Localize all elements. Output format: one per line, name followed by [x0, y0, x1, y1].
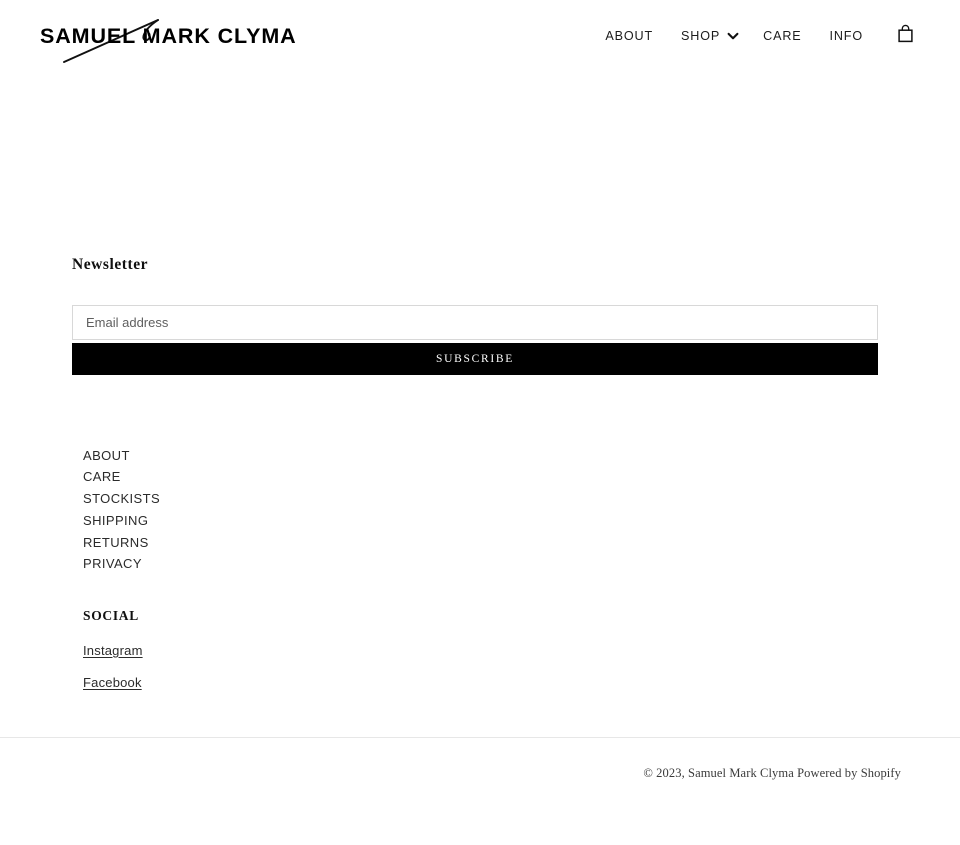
social-section: SOCIAL Instagram Facebook [72, 575, 888, 690]
list-item: CARE [83, 466, 888, 488]
chevron-down-icon [727, 30, 739, 42]
footer-link-care[interactable]: CARE [83, 466, 121, 488]
copyright-notice: © 2023, Samuel Mark Clyma [643, 766, 794, 781]
primary-navigation: ABOUT SHOP CARE INFO [591, 0, 920, 72]
nav-item-label: CARE [763, 29, 802, 43]
email-input[interactable] [72, 304, 878, 340]
social-heading: SOCIAL [83, 608, 139, 624]
list-item: PRIVACY [83, 553, 888, 575]
cart-button[interactable] [877, 24, 920, 48]
social-link-facebook[interactable]: Facebook [83, 675, 142, 690]
shopping-bag-icon [897, 24, 914, 48]
site-logo[interactable]: SAMUEL MARK CLYMA [40, 8, 340, 64]
page-main-content [0, 72, 960, 247]
newsletter-section: Newsletter SUBSCRIBE [72, 247, 888, 375]
nav-item-care[interactable]: CARE [749, 29, 815, 43]
footer-bottom-bar: © 2023, Samuel Mark Clyma Powered by Sho… [0, 746, 960, 802]
footer-divider [0, 736, 960, 738]
footer-link-list: ABOUT CARE STOCKISTS SHIPPING RETURNS PR… [72, 375, 888, 576]
footer-link-shipping[interactable]: SHIPPING [83, 510, 148, 532]
nav-item-label: SHOP [681, 29, 721, 43]
footer-link-about[interactable]: ABOUT [83, 445, 130, 467]
list-item: ABOUT [83, 445, 888, 467]
footer-link-returns[interactable]: RETURNS [83, 532, 149, 554]
footer-inner: Newsletter SUBSCRIBE ABOUT CARE STOCKIST… [0, 247, 960, 690]
site-logo-text: SAMUEL MARK CLYMA [40, 24, 297, 48]
nav-item-info[interactable]: INFO [816, 29, 877, 43]
newsletter-heading: Newsletter [72, 256, 149, 273]
site-header: SAMUEL MARK CLYMA ABOUT SHOP CARE INFO [0, 0, 960, 72]
site-footer: Newsletter SUBSCRIBE ABOUT CARE STOCKIST… [0, 247, 960, 802]
footer-link-privacy[interactable]: PRIVACY [83, 553, 142, 575]
subscribe-button[interactable]: SUBSCRIBE [72, 342, 878, 375]
footer-link-stockists[interactable]: STOCKISTS [83, 488, 160, 510]
list-item: RETURNS [83, 532, 888, 554]
list-item: SHIPPING [83, 510, 888, 532]
newsletter-form: SUBSCRIBE [72, 304, 878, 375]
powered-by-shopify-link[interactable]: Powered by Shopify [797, 766, 901, 780]
copyright-text: © 2023, Samuel Mark Clyma Powered by Sho… [643, 766, 901, 781]
nav-item-label: ABOUT [605, 29, 654, 43]
social-link-instagram[interactable]: Instagram [83, 643, 143, 658]
nav-item-label: INFO [829, 29, 863, 43]
nav-item-shop[interactable]: SHOP [667, 29, 749, 43]
nav-item-about[interactable]: ABOUT [591, 29, 667, 43]
list-item: STOCKISTS [83, 488, 888, 510]
